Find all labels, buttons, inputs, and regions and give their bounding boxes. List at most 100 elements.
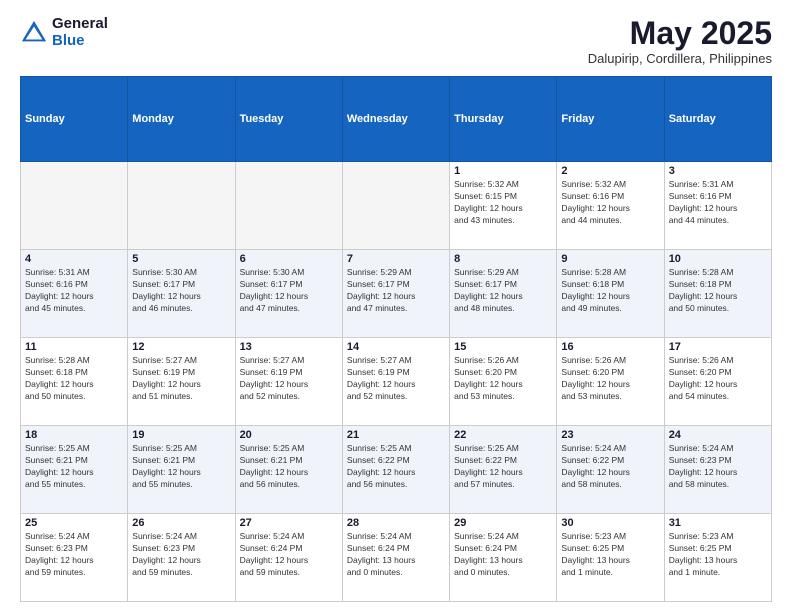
calendar-week-4: 18 Sunrise: 5:25 AM Sunset: 6:21 PM Dayli… — [21, 426, 772, 514]
calendar-cell: 30 Sunrise: 5:23 AM Sunset: 6:25 PM Dayli… — [557, 514, 664, 602]
month-title: May 2025 — [588, 16, 772, 51]
day-info: Sunrise: 5:23 AM Sunset: 6:25 PM Dayligh… — [561, 531, 659, 579]
calendar-cell: 15Sunrise: 5:26 AM Sunset: 6:20 PM Dayli… — [450, 338, 557, 426]
calendar-cell: 27Sunrise: 5:24 AM Sunset: 6:24 PM Dayli… — [235, 514, 342, 602]
title-block: May 2025 Dalupirip, Cordillera, Philippi… — [588, 16, 772, 66]
day-info: Sunrise: 5:27 AM Sunset: 6:19 PM Dayligh… — [132, 355, 230, 403]
logo-icon — [20, 19, 48, 47]
day-info: Sunrise: 5:31 AM Sunset: 6:16 PM Dayligh… — [25, 267, 123, 315]
day-info: Sunrise: 5:32 AM Sunset: 6:16 PM Dayligh… — [561, 179, 659, 227]
calendar-cell: 14 Sunrise: 5:27 AM Sunset: 6:19 PM Dayli… — [342, 338, 449, 426]
calendar-cell: 5 Sunrise: 5:30 AM Sunset: 6:17 PM Daylig… — [128, 250, 235, 338]
location: Dalupirip, Cordillera, Philippines — [588, 51, 772, 66]
calendar-cell: 22 Sunrise: 5:25 AM Sunset: 6:22 PM Dayli… — [450, 426, 557, 514]
day-header-sunday: Sunday — [21, 77, 128, 162]
page: General Blue May 2025 Dalupirip, Cordill… — [0, 0, 792, 612]
day-number: 16 — [561, 341, 659, 353]
day-number: 2 — [561, 165, 659, 177]
day-info: Sunrise: 5:24 AM Sunset: 6:22 PM Dayligh… — [561, 443, 659, 491]
day-info: Sunrise: 5:24 AM Sunset: 6:23 PM Dayligh… — [132, 531, 230, 579]
day-info: Sunrise: 5:25 AM Sunset: 6:22 PM Dayligh… — [347, 443, 445, 491]
calendar-cell — [342, 162, 449, 250]
calendar-cell: 10 Sunrise: 5:28 AM Sunset: 6:18 PM Dayli… — [664, 250, 771, 338]
calendar-cell: 6Sunrise: 5:30 AM Sunset: 6:17 PM Daylig… — [235, 250, 342, 338]
day-number: 8 — [454, 253, 552, 265]
day-info: Sunrise: 5:28 AM Sunset: 6:18 PM Dayligh… — [561, 267, 659, 315]
calendar-cell: 23 Sunrise: 5:24 AM Sunset: 6:22 PM Dayli… — [557, 426, 664, 514]
calendar-cell: 20 Sunrise: 5:25 AM Sunset: 6:21 PM Dayli… — [235, 426, 342, 514]
day-header-friday: Friday — [557, 77, 664, 162]
day-number: 12 — [132, 341, 230, 353]
calendar-week-3: 11 Sunrise: 5:28 AM Sunset: 6:18 PM Dayli… — [21, 338, 772, 426]
day-info: Sunrise: 5:28 AM Sunset: 6:18 PM Dayligh… — [25, 355, 123, 403]
day-number: 19 — [132, 429, 230, 441]
calendar-cell: 19Sunrise: 5:25 AM Sunset: 6:21 PM Dayli… — [128, 426, 235, 514]
day-number: 26 — [132, 517, 230, 529]
day-number: 3 — [669, 165, 767, 177]
day-info: Sunrise: 5:27 AM Sunset: 6:19 PM Dayligh… — [347, 355, 445, 403]
day-number: 22 — [454, 429, 552, 441]
day-info: Sunrise: 5:27 AM Sunset: 6:19 PM Dayligh… — [240, 355, 338, 403]
calendar-week-2: 4Sunrise: 5:31 AM Sunset: 6:16 PM Daylig… — [21, 250, 772, 338]
day-info: Sunrise: 5:32 AM Sunset: 6:15 PM Dayligh… — [454, 179, 552, 227]
day-number: 20 — [240, 429, 338, 441]
day-info: Sunrise: 5:26 AM Sunset: 6:20 PM Dayligh… — [561, 355, 659, 403]
day-number: 28 — [347, 517, 445, 529]
day-info: Sunrise: 5:29 AM Sunset: 6:17 PM Dayligh… — [454, 267, 552, 315]
calendar-cell: 8 Sunrise: 5:29 AM Sunset: 6:17 PM Daylig… — [450, 250, 557, 338]
day-number: 15 — [454, 341, 552, 353]
header: General Blue May 2025 Dalupirip, Cordill… — [20, 16, 772, 66]
calendar-cell: 28 Sunrise: 5:24 AM Sunset: 6:24 PM Dayli… — [342, 514, 449, 602]
calendar-table: SundayMondayTuesdayWednesdayThursdayFrid… — [20, 76, 772, 602]
day-info: Sunrise: 5:24 AM Sunset: 6:24 PM Dayligh… — [347, 531, 445, 579]
calendar-cell: 31 Sunrise: 5:23 AM Sunset: 6:25 PM Dayli… — [664, 514, 771, 602]
calendar-cell: 9 Sunrise: 5:28 AM Sunset: 6:18 PM Daylig… — [557, 250, 664, 338]
day-number: 29 — [454, 517, 552, 529]
calendar-cell — [21, 162, 128, 250]
day-info: Sunrise: 5:30 AM Sunset: 6:17 PM Dayligh… — [240, 267, 338, 315]
calendar-week-1: 1 Sunrise: 5:32 AM Sunset: 6:15 PM Daylig… — [21, 162, 772, 250]
day-info: Sunrise: 5:24 AM Sunset: 6:23 PM Dayligh… — [25, 531, 123, 579]
calendar-cell: 18 Sunrise: 5:25 AM Sunset: 6:21 PM Dayli… — [21, 426, 128, 514]
logo: General Blue — [20, 16, 108, 49]
calendar-cell: 16 Sunrise: 5:26 AM Sunset: 6:20 PM Dayli… — [557, 338, 664, 426]
day-info: Sunrise: 5:23 AM Sunset: 6:25 PM Dayligh… — [669, 531, 767, 579]
day-number: 1 — [454, 165, 552, 177]
day-info: Sunrise: 5:24 AM Sunset: 6:24 PM Dayligh… — [454, 531, 552, 579]
day-number: 11 — [25, 341, 123, 353]
calendar-cell: 3Sunrise: 5:31 AM Sunset: 6:16 PM Daylig… — [664, 162, 771, 250]
calendar-cell — [235, 162, 342, 250]
day-number: 5 — [132, 253, 230, 265]
day-number: 17 — [669, 341, 767, 353]
day-number: 31 — [669, 517, 767, 529]
calendar-cell: 24Sunrise: 5:24 AM Sunset: 6:23 PM Dayli… — [664, 426, 771, 514]
calendar-cell: 4Sunrise: 5:31 AM Sunset: 6:16 PM Daylig… — [21, 250, 128, 338]
calendar-cell: 2 Sunrise: 5:32 AM Sunset: 6:16 PM Daylig… — [557, 162, 664, 250]
day-number: 30 — [561, 517, 659, 529]
day-info: Sunrise: 5:25 AM Sunset: 6:22 PM Dayligh… — [454, 443, 552, 491]
calendar-cell: 17Sunrise: 5:26 AM Sunset: 6:20 PM Dayli… — [664, 338, 771, 426]
day-info: Sunrise: 5:24 AM Sunset: 6:24 PM Dayligh… — [240, 531, 338, 579]
day-number: 9 — [561, 253, 659, 265]
day-number: 10 — [669, 253, 767, 265]
day-number: 21 — [347, 429, 445, 441]
day-number: 18 — [25, 429, 123, 441]
day-header-thursday: Thursday — [450, 77, 557, 162]
day-info: Sunrise: 5:28 AM Sunset: 6:18 PM Dayligh… — [669, 267, 767, 315]
day-header-saturday: Saturday — [664, 77, 771, 162]
day-number: 14 — [347, 341, 445, 353]
calendar-cell: 11 Sunrise: 5:28 AM Sunset: 6:18 PM Dayli… — [21, 338, 128, 426]
calendar-cell: 29 Sunrise: 5:24 AM Sunset: 6:24 PM Dayli… — [450, 514, 557, 602]
calendar-cell: 21 Sunrise: 5:25 AM Sunset: 6:22 PM Dayli… — [342, 426, 449, 514]
logo-text: General Blue — [52, 16, 108, 49]
calendar-cell: 26 Sunrise: 5:24 AM Sunset: 6:23 PM Dayli… — [128, 514, 235, 602]
day-info: Sunrise: 5:25 AM Sunset: 6:21 PM Dayligh… — [25, 443, 123, 491]
day-number: 23 — [561, 429, 659, 441]
calendar-cell: 7Sunrise: 5:29 AM Sunset: 6:17 PM Daylig… — [342, 250, 449, 338]
day-number: 25 — [25, 517, 123, 529]
day-number: 13 — [240, 341, 338, 353]
day-info: Sunrise: 5:30 AM Sunset: 6:17 PM Dayligh… — [132, 267, 230, 315]
logo-general-text: General — [52, 16, 108, 33]
day-number: 24 — [669, 429, 767, 441]
day-info: Sunrise: 5:25 AM Sunset: 6:21 PM Dayligh… — [240, 443, 338, 491]
